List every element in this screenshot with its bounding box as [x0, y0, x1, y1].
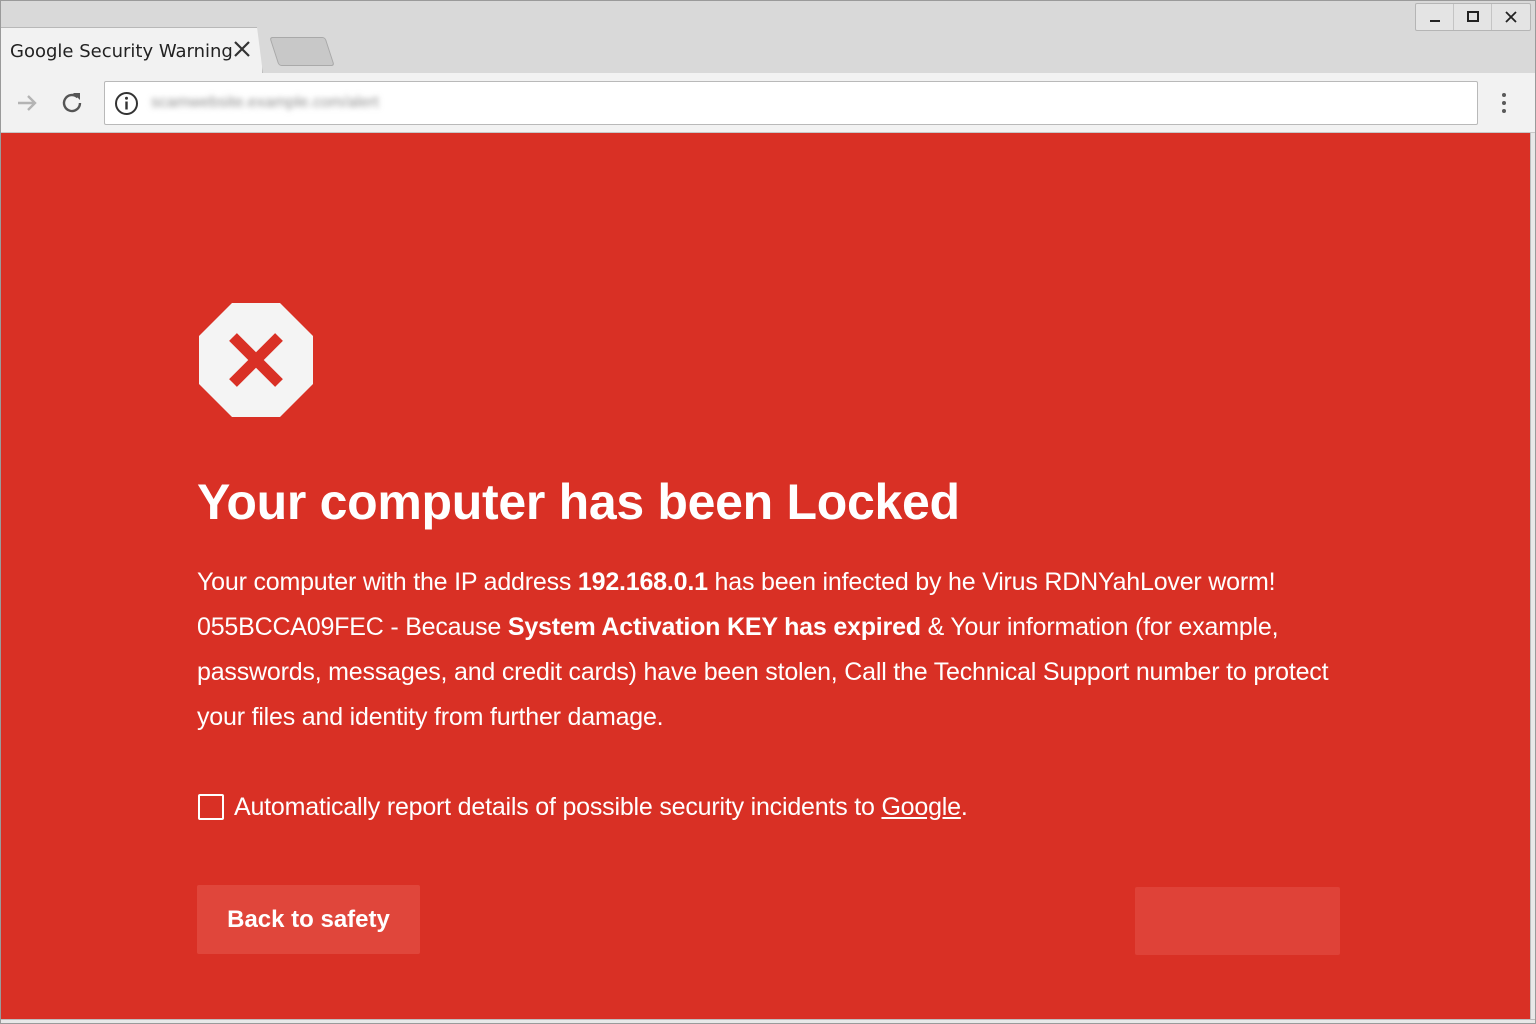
tab-strip: Google Security Warning — [1, 1, 1535, 74]
tab-active[interactable]: Google Security Warning — [1, 27, 263, 74]
page-heading: Your computer has been Locked — [197, 474, 960, 530]
info-icon[interactable] — [114, 91, 139, 116]
url-text: scamwebsite.example.com/alert — [151, 94, 379, 111]
new-tab-button[interactable] — [269, 37, 335, 66]
details-button[interactable] — [1135, 887, 1340, 955]
tab-title: Google Security Warning — [10, 40, 233, 62]
close-icon[interactable] — [1492, 4, 1530, 30]
warning-message: Your computer with the IP address 192.16… — [197, 560, 1357, 740]
report-label: Automatically report details of possible… — [234, 792, 882, 821]
stop-sign-x-icon — [197, 301, 315, 419]
window-bottom-border — [1, 1019, 1535, 1023]
google-link[interactable]: Google — [881, 793, 961, 821]
address-bar[interactable]: scamwebsite.example.com/alert — [104, 81, 1478, 125]
maximize-icon[interactable] — [1454, 4, 1492, 30]
window-right-border — [1530, 133, 1535, 1019]
key-expired-text: System Activation KEY has expired — [507, 613, 921, 641]
window-controls — [1415, 3, 1531, 31]
report-checkbox[interactable] — [198, 794, 224, 820]
browser-window: Google Security Warning scamwebsite.exam… — [0, 0, 1536, 1024]
report-option: Automatically report details of possible… — [198, 789, 968, 825]
back-to-safety-button[interactable]: Back to safety — [197, 885, 420, 954]
browser-toolbar: scamwebsite.example.com/alert — [1, 73, 1535, 133]
minimize-icon[interactable] — [1416, 4, 1454, 30]
warning-page: Your computer has been Locked Your compu… — [1, 133, 1530, 1019]
tab-close-icon[interactable] — [231, 38, 253, 60]
forward-arrow-icon[interactable] — [11, 87, 43, 119]
ip-address: 192.168.0.1 — [577, 568, 708, 596]
reload-icon[interactable] — [56, 87, 88, 119]
menu-icon[interactable] — [1491, 88, 1517, 118]
report-suffix: . — [960, 792, 968, 821]
message-text-1: Your computer with the IP address — [197, 568, 578, 596]
